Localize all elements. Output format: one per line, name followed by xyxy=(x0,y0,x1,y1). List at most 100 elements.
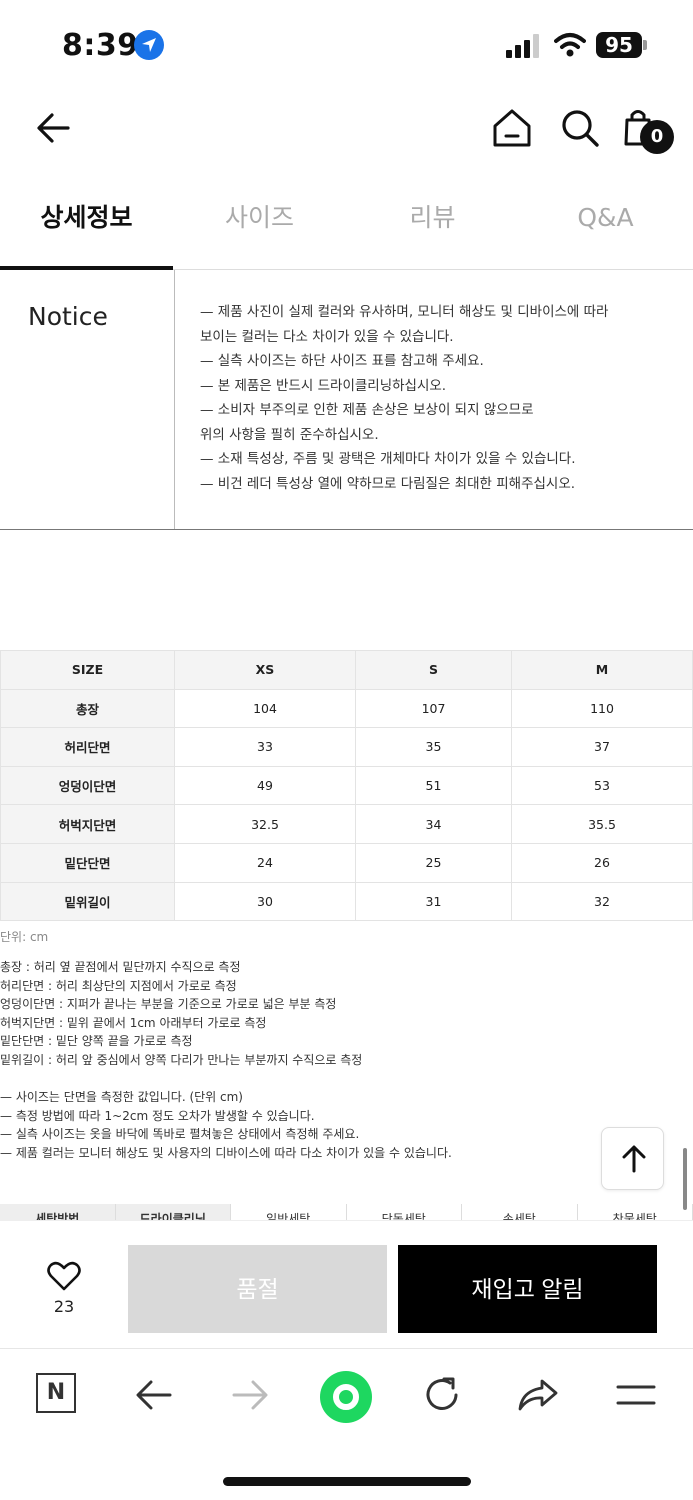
notice-line: — 소재 특성상, 주름 및 광택은 개체마다 차이가 있을 수 있습니다. xyxy=(200,451,576,467)
notice-line: — 본 제품은 반드시 드라이클리닝하십시오. xyxy=(200,377,447,394)
forward-icon[interactable] xyxy=(228,1373,272,1417)
table-cell: 24 xyxy=(174,842,356,883)
n-home-button[interactable]: N xyxy=(36,1373,76,1413)
tab-review[interactable]: 리뷰 xyxy=(346,180,519,270)
like-button[interactable]: 23 xyxy=(40,1261,88,1316)
care-cell: 세탁방법 xyxy=(0,1204,116,1220)
care-cell: 드라이클리닝 xyxy=(115,1204,231,1220)
table-row: 허벅지단면 32.5 34 35.5 xyxy=(0,804,693,844)
table-header-cell: M xyxy=(510,650,693,690)
table-header-row: SIZE XS S M xyxy=(0,650,693,690)
measure-line: 밑위길이 : 허리 앞 중심에서 양쪽 다리가 만나는 부분까지 수직으로 측정 xyxy=(0,1052,363,1067)
table-cell: 51 xyxy=(355,765,512,806)
refresh-icon[interactable] xyxy=(420,1373,464,1417)
measure-line: 허리단면 : 허리 최상단의 지점에서 가로로 측정 xyxy=(0,978,237,993)
table-cell: 32 xyxy=(510,881,693,922)
table-header-cell: XS xyxy=(174,650,356,690)
table-header-cell: S xyxy=(355,650,512,690)
battery-indicator: 95 xyxy=(596,32,642,58)
table-cell: 31 xyxy=(355,881,512,922)
row-label: 엉덩이단면 xyxy=(0,765,175,806)
table-cell: 26 xyxy=(510,842,693,883)
care-cell: 일반세탁 xyxy=(231,1204,347,1220)
row-label: 총장 xyxy=(0,688,175,729)
table-cell: 34 xyxy=(355,804,512,844)
table-cell: 110 xyxy=(510,688,693,729)
size-note-line: — 실측 사이즈는 옷을 바닥에 똑바로 펼쳐놓은 상태에서 측정해 주세요. xyxy=(0,1127,360,1142)
app-header xyxy=(0,92,693,172)
care-cell: 손세탁 xyxy=(462,1204,578,1220)
table-row: 밑단단면 24 25 26 xyxy=(0,842,693,883)
table-cell: 37 xyxy=(510,727,693,767)
table-row: 총장 104 107 110 xyxy=(0,688,693,729)
unit-label: 단위: cm xyxy=(0,930,49,944)
notice-line: — 소비자 부주의로 인한 제품 손상은 보상이 되지 않으므로 xyxy=(200,402,534,418)
table-cell: 32.5 xyxy=(174,804,356,844)
purchase-bar: 23 품절 재입고 알림 xyxy=(0,1220,693,1348)
table-cell: 107 xyxy=(355,688,512,729)
like-count: 23 xyxy=(53,1297,75,1316)
notice-line: — 비건 레더 특성상 열에 약하므로 다림질은 최대한 피해주십시오. xyxy=(200,475,576,492)
measure-line: 총장 : 허리 옆 끝점에서 밑단까지 수직으로 측정 xyxy=(0,960,241,974)
measure-guide: 총장 : 허리 옆 끝점에서 밑단까지 수직으로 측정 허리단면 : 허리 최상… xyxy=(0,958,362,1070)
table-cell: 35.5 xyxy=(510,804,693,844)
care-cell: 단독세탁 xyxy=(347,1204,462,1220)
measure-line: 허벅지단면 : 밑위 끝에서 1cm 아래부터 가로로 측정 xyxy=(0,1015,267,1030)
restock-alert-button[interactable]: 재입고 알림 xyxy=(398,1245,657,1333)
notice-line: 위의 사항을 필히 준수하십시오. xyxy=(200,426,379,443)
size-table: SIZE XS S M 총장 104 107 110 허리단면 33 35 37… xyxy=(0,650,693,922)
scrollbar[interactable] xyxy=(683,1148,687,1210)
home-indicator xyxy=(223,1477,471,1486)
row-label: 허벅지단면 xyxy=(0,804,175,844)
heart-icon xyxy=(47,1261,81,1291)
measure-line: 엉덩이단면 : 지퍼가 끝나는 부분을 기준으로 가로로 넓은 부분 측정 xyxy=(0,997,337,1012)
browser-toolbar: N xyxy=(0,1348,693,1500)
table-row: 밑위길이 30 31 32 xyxy=(0,881,693,922)
table-cell: 25 xyxy=(355,842,512,883)
notice-line: — 제품 사진이 실제 컬러와 유사하며, 모니터 해상도 및 디바이스에 따라 xyxy=(200,304,609,320)
table-cell: 53 xyxy=(510,765,693,806)
sold-out-button[interactable]: 품절 xyxy=(128,1245,387,1333)
notice-divider xyxy=(174,270,175,529)
notice-section: Notice — 제품 사진이 실제 컬러와 유사하며, 모니터 해상도 및 디… xyxy=(0,270,693,530)
care-table-row: 세탁방법 드라이클리닝 일반세탁 단독세탁 손세탁 찬물세탁 xyxy=(0,1204,693,1220)
row-label: 허리단면 xyxy=(0,727,175,767)
table-cell: 33 xyxy=(174,727,356,767)
tab-qna[interactable]: Q&A xyxy=(519,180,692,270)
notice-line: 보이는 컬러는 다소 차이가 있을 수 있습니다. xyxy=(200,328,454,345)
menu-icon[interactable] xyxy=(614,1373,658,1417)
row-label: 밑단단면 xyxy=(0,842,175,883)
table-cell: 30 xyxy=(174,881,356,922)
table-cell: 49 xyxy=(174,765,356,806)
tab-size[interactable]: 사이즈 xyxy=(173,180,346,270)
tab-detail-info[interactable]: 상세정보 xyxy=(0,180,173,270)
location-icon xyxy=(134,30,164,60)
table-cell: 35 xyxy=(355,727,512,767)
notice-title: Notice xyxy=(28,302,108,331)
wifi-icon xyxy=(554,33,586,57)
size-notes: — 사이즈는 단면을 측정한 값입니다. (단위 cm) — 측정 방법에 따라… xyxy=(0,1088,452,1162)
size-note-line: — 사이즈는 단면을 측정한 값입니다. (단위 cm) xyxy=(0,1090,243,1104)
home-icon[interactable] xyxy=(490,106,534,150)
back-icon[interactable] xyxy=(132,1373,176,1417)
arrow-up-icon xyxy=(622,1145,646,1173)
status-time: 8:39 xyxy=(62,28,139,63)
green-dot-icon[interactable] xyxy=(318,1369,374,1425)
status-bar: 8:39 95 xyxy=(0,0,693,92)
row-label: 밑위길이 xyxy=(0,881,175,922)
care-cell: 찬물세탁 xyxy=(578,1204,693,1220)
detail-tabs: 상세정보 사이즈 리뷰 Q&A xyxy=(0,180,693,270)
table-header-cell: SIZE xyxy=(0,650,175,690)
search-icon[interactable] xyxy=(558,106,602,150)
size-note-line: — 측정 방법에 따라 1~2cm 정도 오차가 발생할 수 있습니다. xyxy=(0,1108,315,1123)
cart-count-badge: 0 xyxy=(640,120,674,154)
signal-icon xyxy=(506,34,542,58)
scroll-to-top-button[interactable] xyxy=(601,1127,664,1190)
back-arrow-icon[interactable] xyxy=(32,106,76,150)
notice-line: — 실측 사이즈는 하단 사이즈 표를 참고해 주세요. xyxy=(200,353,484,369)
battery-tip xyxy=(643,40,647,50)
table-row: 허리단면 33 35 37 xyxy=(0,727,693,767)
table-cell: 104 xyxy=(174,688,356,729)
share-icon[interactable] xyxy=(516,1373,560,1417)
size-note-line: — 제품 컬러는 모니터 해상도 및 사용자의 디바이스에 따라 다소 차이가 … xyxy=(0,1145,452,1160)
